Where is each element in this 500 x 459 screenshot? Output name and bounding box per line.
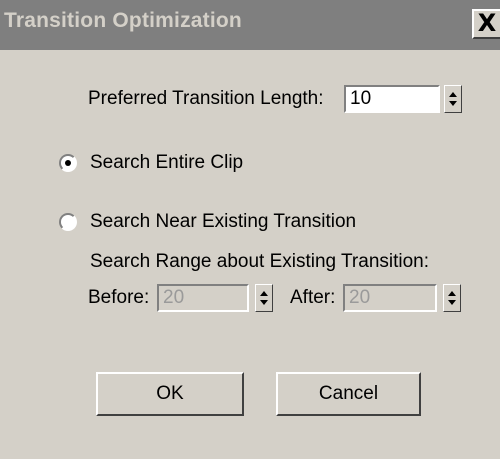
cancel-button[interactable]: Cancel <box>276 372 421 416</box>
preferred-length-input[interactable]: 10 <box>344 85 440 113</box>
search-range-label: Search Range about Existing Transition: <box>90 251 430 272</box>
before-spin-buttons[interactable] <box>255 284 273 312</box>
preferred-length-spin-buttons[interactable] <box>444 85 462 113</box>
search-near-transition-label[interactable]: Search Near Existing Transition <box>90 211 356 233</box>
after-input[interactable]: 20 <box>343 284 437 312</box>
spin-up-icon[interactable] <box>260 291 268 296</box>
search-entire-clip-radio[interactable] <box>59 154 77 172</box>
spin-up-icon[interactable] <box>449 92 457 97</box>
spin-up-icon[interactable] <box>448 291 456 296</box>
title-bar[interactable]: Transition Optimization X <box>0 0 500 50</box>
before-label: Before: <box>88 287 150 308</box>
after-spin-buttons[interactable] <box>443 284 461 312</box>
search-near-transition-radio[interactable] <box>59 213 77 231</box>
dialog-title: Transition Optimization <box>4 9 242 32</box>
before-spinner[interactable]: 20 <box>157 284 275 312</box>
after-label: After: <box>290 287 336 308</box>
preferred-length-label: Preferred Transition Length: <box>88 88 324 109</box>
spin-down-icon[interactable] <box>448 300 456 305</box>
close-icon: X <box>477 9 497 37</box>
search-entire-clip-label[interactable]: Search Entire Clip <box>90 152 243 174</box>
before-input[interactable]: 20 <box>157 284 249 312</box>
radio-selected-dot-icon <box>65 160 71 166</box>
after-spinner[interactable]: 20 <box>343 284 468 312</box>
ok-button[interactable]: OK <box>96 372 244 416</box>
transition-optimization-dialog: Transition Optimization X Preferred Tran… <box>0 0 500 459</box>
spin-down-icon[interactable] <box>449 101 457 106</box>
close-button[interactable]: X <box>472 9 500 39</box>
preferred-length-spinner[interactable]: 10 <box>344 85 468 113</box>
spin-down-icon[interactable] <box>260 300 268 305</box>
